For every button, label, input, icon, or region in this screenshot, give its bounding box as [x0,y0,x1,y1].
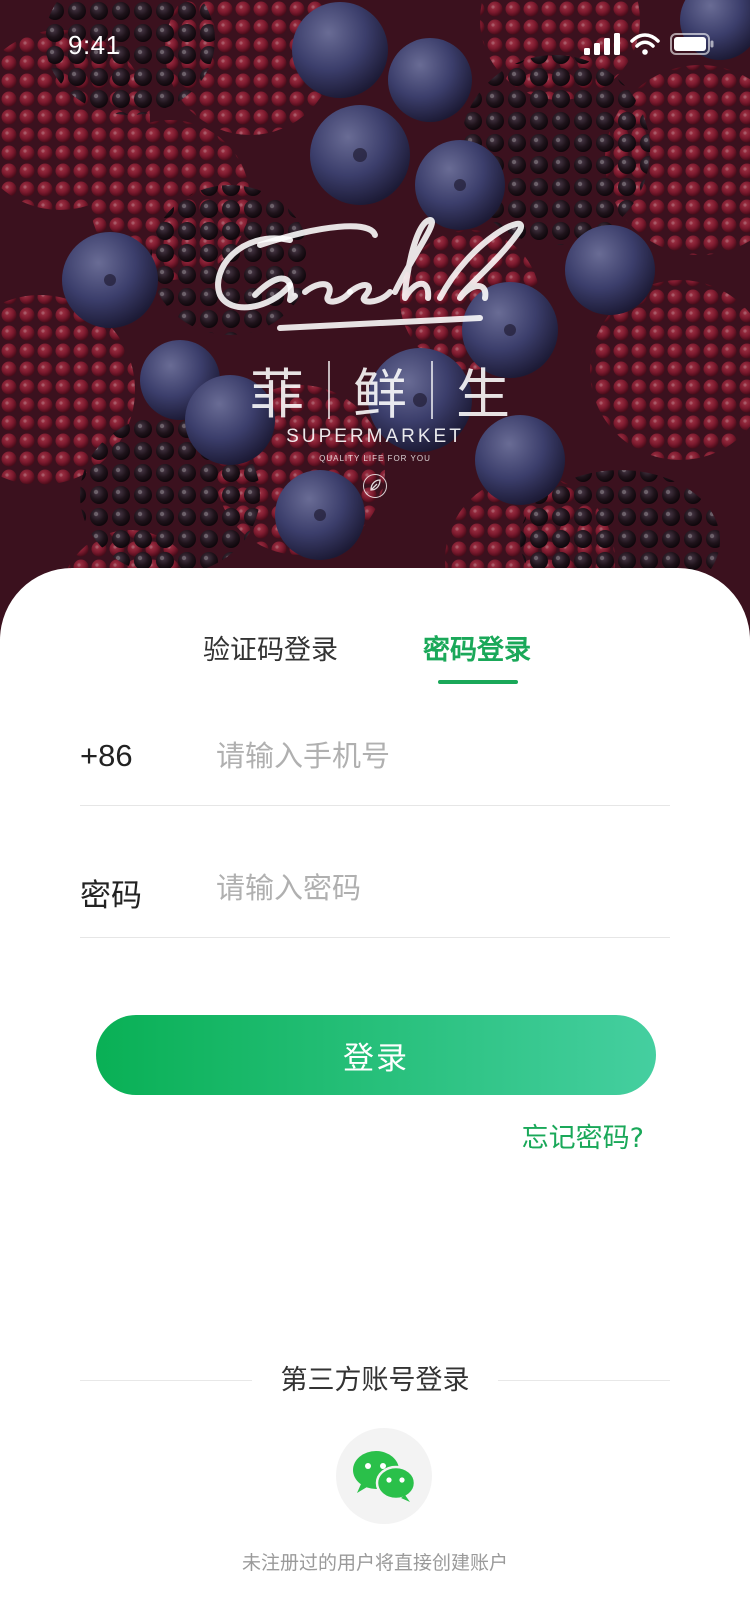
forgot-password-link[interactable]: 忘记密码? [522,1116,644,1155]
brand-chinese-name: 菲 鲜 生 [250,350,510,429]
phone-input[interactable] [216,734,656,778]
password-input[interactable] [216,866,656,910]
active-tab-indicator [438,680,518,684]
divider-right [498,1380,670,1381]
wifi-icon [630,33,660,55]
third-party-title: 第三方账号登录 [280,1365,470,1396]
password-field: 密码 [80,848,670,938]
battery-icon [670,33,714,55]
login-card: 验证码登录 密码登录 +86 密码 登录 忘记密码? 第三方账号登录 未注册过的… [0,568,750,1624]
status-bar: 9:41 [0,0,750,96]
leaf-seal-icon [363,474,387,498]
brand-tagline: QUALITY LIFE FOR YOU [319,454,431,463]
country-code[interactable]: +86 [80,738,133,774]
login-button[interactable]: 登录 [96,1015,656,1095]
status-icons [584,32,714,56]
brand-supermarket: SUPERMARKET [286,426,464,447]
wechat-login-button[interactable] [336,1428,432,1524]
phone-field: +86 [80,716,670,806]
tab-password-login[interactable]: 密码登录 [423,628,531,667]
brand-script-wordmark [215,217,525,331]
cellular-signal-icon [584,33,620,55]
wechat-icon [353,1451,417,1502]
hero-banner: 菲 鲜 生 SUPERMARKET QUALITY LIFE FOR YOU 9… [0,0,750,650]
brand-char-3: 生 [456,363,510,426]
brand-char-2: 鲜 [353,363,407,426]
third-party-login: 第三方账号登录 [80,1358,670,1398]
brand-divider [327,360,330,419]
status-time: 9:41 [68,30,121,60]
tab-sms-login[interactable]: 验证码登录 [203,628,338,667]
password-label: 密码 [80,878,142,913]
brand-char-1: 菲 [250,363,304,426]
brand-divider [430,360,433,419]
registration-hint: 未注册过的用户将直接创建账户 [241,1552,508,1574]
login-tabs: 验证码登录 密码登录 [0,628,750,688]
